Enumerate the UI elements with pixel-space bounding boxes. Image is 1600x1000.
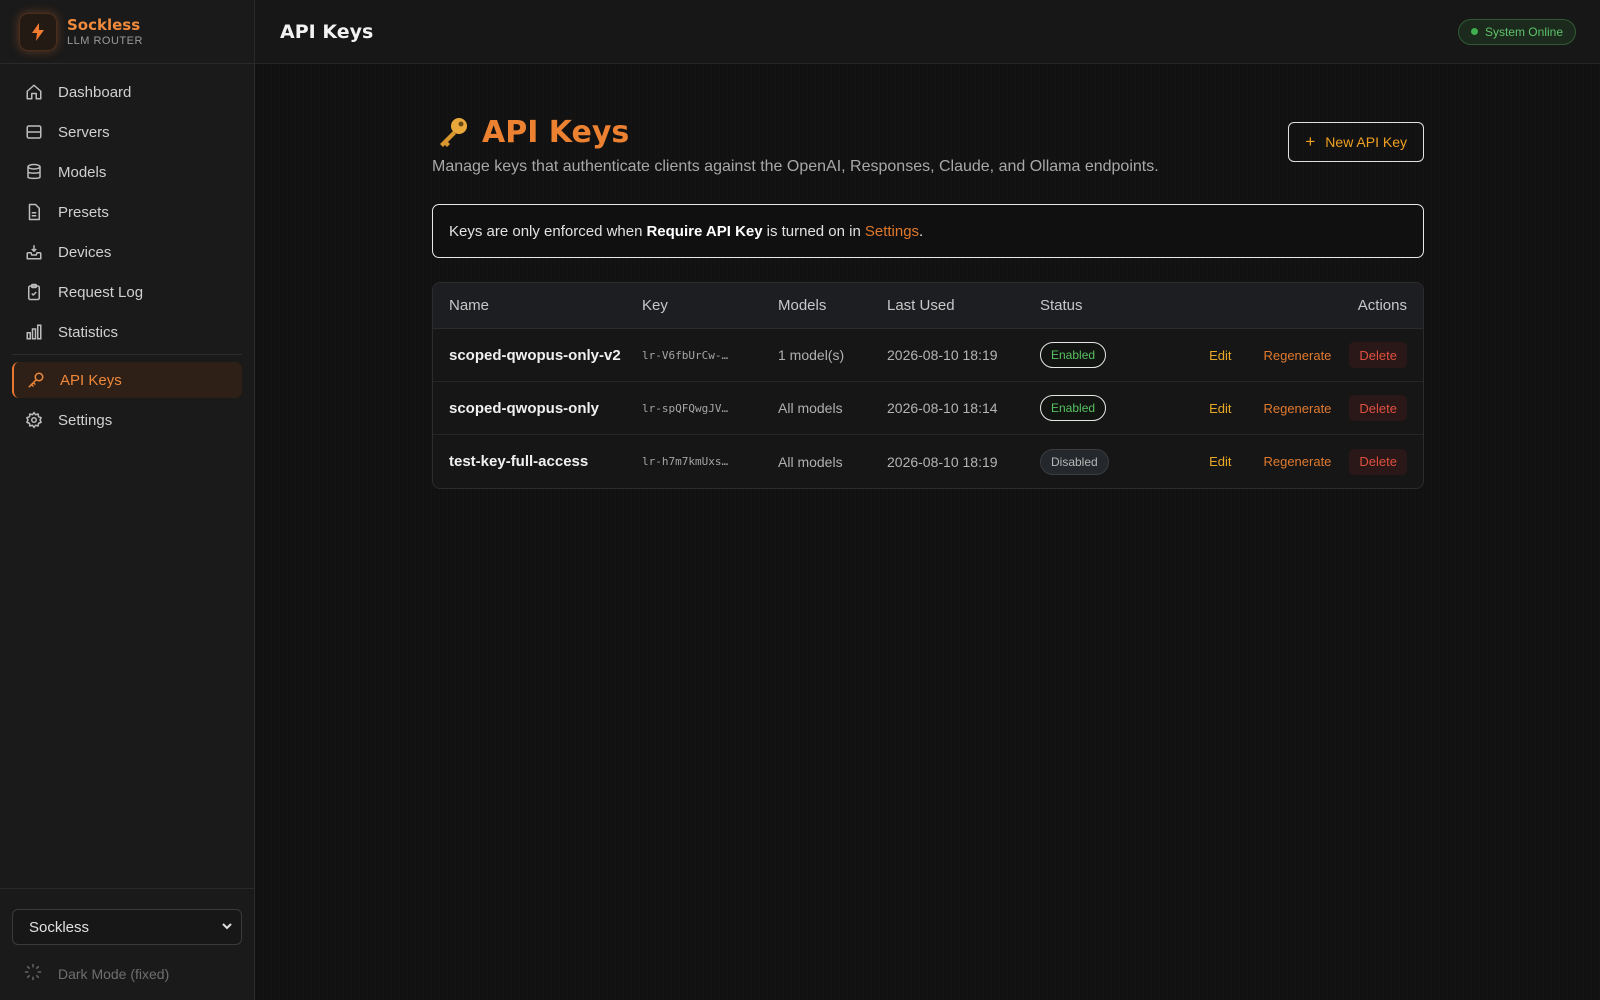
bolt-icon	[19, 12, 57, 51]
api-keys-page: API Keys Manage keys that authenticate c…	[432, 112, 1424, 489]
key-last-used: 2026-08-10 18:19	[887, 347, 998, 363]
dark-mode-label: Dark Mode (fixed)	[58, 965, 170, 982]
theme-select[interactable]: Sockless	[12, 909, 242, 945]
sidebar-item-servers[interactable]: Servers	[12, 114, 242, 150]
inbox-download-icon	[24, 242, 44, 262]
sidebar-item-label: Request Log	[58, 283, 144, 301]
table-row: test-key-full-access lr-h7m7kmUxs… All m…	[433, 435, 1423, 488]
sidebar-item-api-keys[interactable]: API Keys	[12, 362, 242, 398]
file-icon	[24, 202, 44, 222]
status-badge: Enabled	[1040, 342, 1107, 368]
theme-select-value: Sockless	[29, 918, 90, 936]
chevron-down-icon	[221, 919, 233, 936]
sidebar-item-label: Servers	[58, 123, 110, 141]
notice-prefix: Keys are only enforced when	[449, 222, 643, 240]
plus-icon: +	[1305, 132, 1316, 151]
key-icon	[26, 370, 46, 390]
column-header-last-used: Last Used	[887, 297, 955, 314]
sidebar-item-request-log[interactable]: Request Log	[12, 274, 242, 310]
bar-chart-icon	[24, 322, 44, 342]
key-last-used: 2026-08-10 18:19	[887, 453, 998, 470]
brand-subtitle: LLM ROUTER	[67, 34, 143, 47]
info-notice: Keys are only enforced when Require API …	[432, 204, 1424, 258]
notice-bold: Require API Key	[646, 222, 763, 240]
sidebar-item-label: Models	[58, 163, 107, 181]
edit-button[interactable]: Edit	[1199, 395, 1241, 421]
key-name: scoped-qwopus-only	[449, 399, 599, 417]
new-api-key-label: New API Key	[1325, 134, 1407, 150]
nav-divider	[12, 354, 242, 355]
brand-name: Sockless	[67, 15, 141, 34]
key-value: lr-V6fbUrCw-…	[642, 348, 729, 362]
notice-middle: is turned on in	[766, 222, 861, 240]
loader-icon	[24, 963, 44, 984]
status-text: System Online	[1484, 24, 1563, 39]
sidebar-item-dashboard[interactable]: Dashboard	[12, 74, 242, 110]
settings-link[interactable]: Settings	[865, 223, 919, 240]
column-header-models: Models	[778, 297, 827, 314]
key-models: 1 model(s)	[778, 347, 845, 363]
sidebar-item-statistics[interactable]: Statistics	[12, 314, 242, 350]
page-header: API Keys Manage keys that authenticate c…	[432, 112, 1424, 176]
column-header-name: Name	[449, 297, 490, 314]
column-header-key: Key	[642, 297, 668, 314]
sidebar-nav: Dashboard Servers Models Presets Devices	[0, 64, 254, 438]
database-icon	[24, 162, 44, 182]
page-subtitle: Manage keys that authenticate clients ag…	[432, 158, 1159, 175]
sidebar-item-label: Devices	[58, 243, 112, 261]
edit-button[interactable]: Edit	[1199, 449, 1241, 475]
regenerate-button[interactable]: Regenerate	[1253, 342, 1341, 368]
sidebar-item-label: Settings	[58, 411, 113, 429]
brand[interactable]: Sockless LLM ROUTER	[0, 0, 254, 64]
column-header-actions: Actions	[1357, 297, 1407, 314]
key-icon	[436, 115, 470, 149]
gear-icon	[24, 410, 44, 430]
new-api-key-button[interactable]: + New API Key	[1288, 122, 1424, 162]
table-row: scoped-qwopus-only lr-spQFQwgJV… All mod…	[433, 382, 1423, 435]
edit-button[interactable]: Edit	[1199, 342, 1241, 368]
sidebar-item-presets[interactable]: Presets	[12, 194, 242, 230]
key-name: scoped-qwopus-only-v2	[449, 346, 621, 364]
status-badge: Disabled	[1040, 448, 1109, 475]
sidebar-item-label: Presets	[58, 203, 109, 221]
topbar-title: API Keys	[280, 20, 374, 43]
sidebar-item-settings[interactable]: Settings	[12, 402, 242, 438]
key-last-used: 2026-08-10 18:14	[887, 400, 998, 416]
regenerate-button[interactable]: Regenerate	[1253, 395, 1341, 421]
column-header-status: Status	[1040, 297, 1083, 314]
page-title-text: API Keys	[482, 114, 630, 150]
page-title: API Keys	[436, 112, 1159, 152]
delete-button[interactable]: Delete	[1349, 395, 1407, 421]
api-keys-table: Name Key Models Last Used Status Actions…	[432, 282, 1424, 489]
table-header: Name Key Models Last Used Status Actions	[433, 283, 1423, 329]
key-value: lr-h7m7kmUxs…	[642, 455, 729, 468]
main-content: API Keys Manage keys that authenticate c…	[256, 65, 1600, 1000]
status-badge: System Online	[1457, 18, 1576, 45]
sidebar: Sockless LLM ROUTER Dashboard Servers Mo…	[0, 0, 255, 1000]
key-value: lr-spQFQwgJV…	[642, 401, 729, 415]
sidebar-item-label: API Keys	[60, 371, 122, 389]
server-icon	[24, 122, 44, 142]
key-models: All models	[778, 453, 843, 470]
notice-suffix: .	[919, 222, 924, 240]
delete-button[interactable]: Delete	[1349, 448, 1407, 475]
dark-mode-toggle: Dark Mode (fixed)	[12, 963, 242, 984]
sidebar-item-devices[interactable]: Devices	[12, 234, 242, 270]
key-models: All models	[778, 400, 843, 416]
sidebar-item-label: Statistics	[58, 323, 119, 341]
sidebar-item-label: Dashboard	[58, 83, 132, 101]
table-row: scoped-qwopus-only-v2 lr-V6fbUrCw-… 1 mo…	[433, 329, 1423, 382]
sidebar-footer: Sockless Dark Mode (fixed)	[0, 888, 254, 1000]
topbar: API Keys System Online	[255, 0, 1600, 64]
status-dot-icon	[1470, 28, 1478, 35]
clipboard-check-icon	[24, 282, 44, 302]
status-badge: Enabled	[1040, 395, 1107, 421]
home-icon	[24, 82, 44, 102]
delete-button[interactable]: Delete	[1349, 342, 1407, 368]
key-name: test-key-full-access	[449, 453, 589, 470]
sidebar-item-models[interactable]: Models	[12, 154, 242, 190]
regenerate-button[interactable]: Regenerate	[1253, 449, 1341, 475]
